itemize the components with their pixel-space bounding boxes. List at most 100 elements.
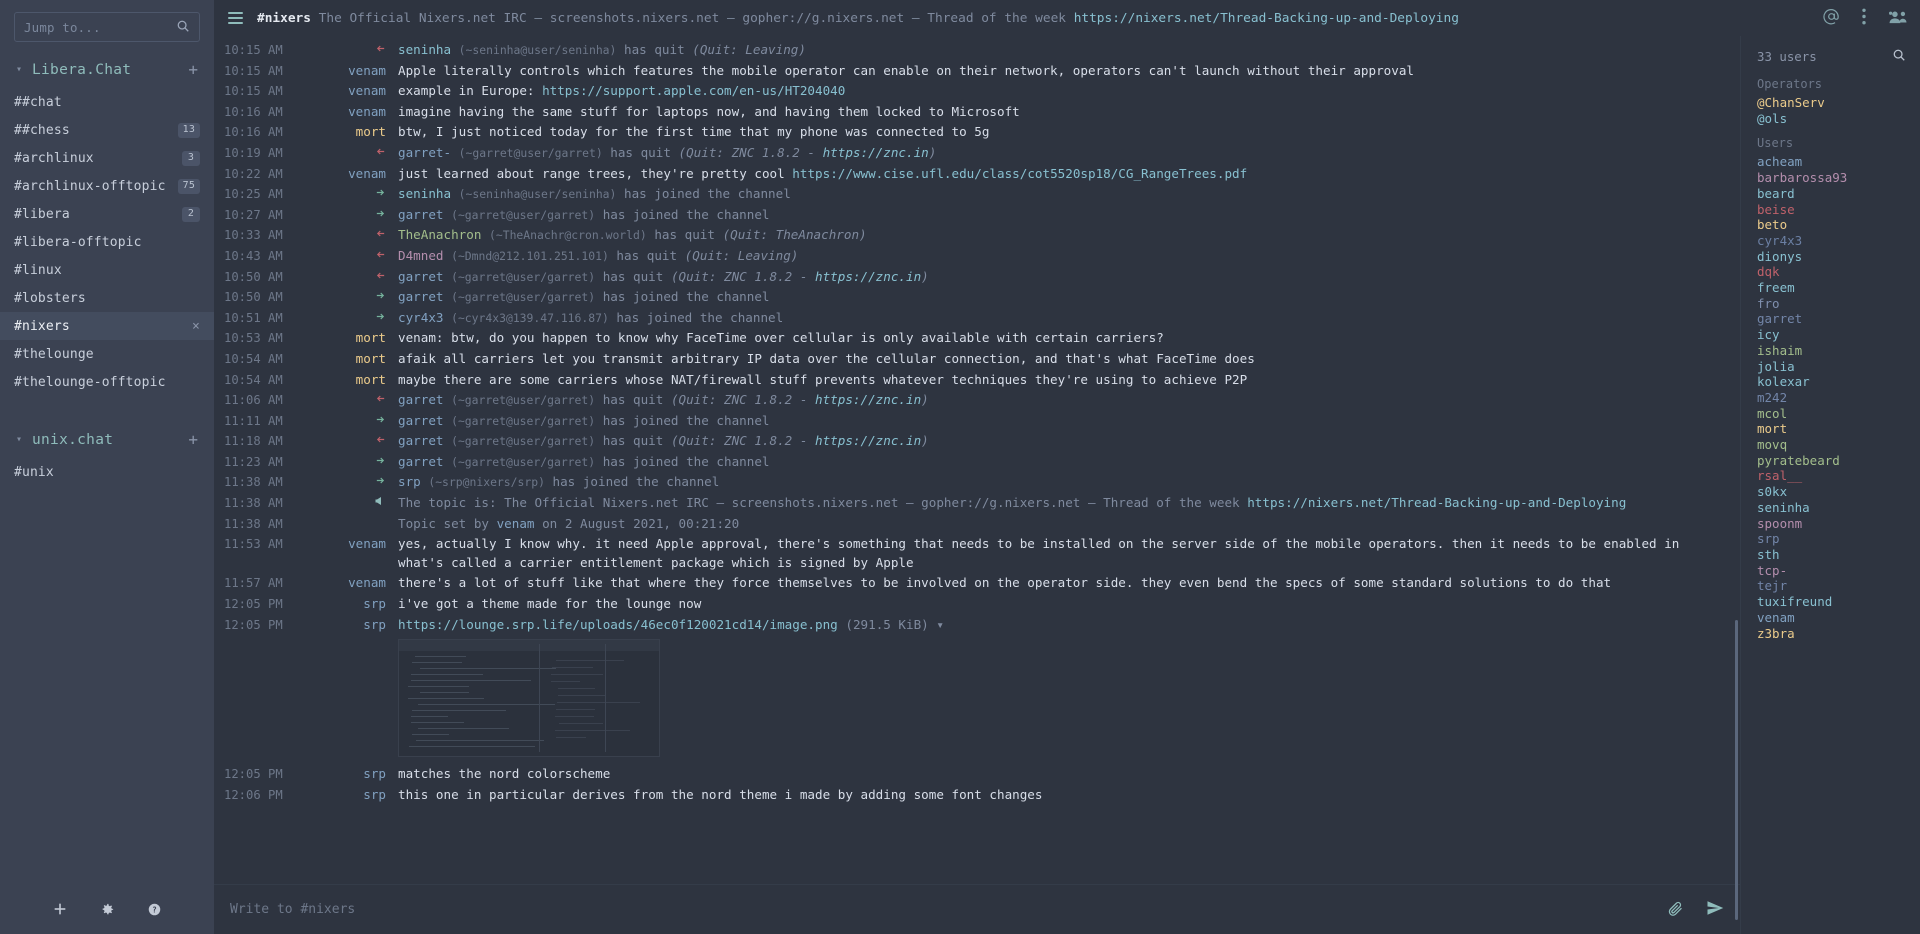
nick-label[interactable]: garret <box>398 413 444 428</box>
sidebar-item-thelounge-offtopic[interactable]: #thelounge-offtopic <box>0 368 214 396</box>
kebab-menu-icon[interactable] <box>1862 8 1866 28</box>
user-list-scroll[interactable]: Operators @ChanServ @ols Users acheam barbaro… <box>1741 75 1920 934</box>
nick-label[interactable]: garret <box>398 454 444 469</box>
nick-label[interactable]: venam <box>348 575 386 590</box>
help-icon[interactable]: ? <box>147 902 162 917</box>
user-list-item[interactable]: fro <box>1757 296 1920 312</box>
user-list-item[interactable]: m242 <box>1757 390 1920 406</box>
nick-label[interactable]: mort <box>356 330 386 345</box>
send-icon[interactable] <box>1706 899 1724 920</box>
user-search-icon[interactable] <box>1892 48 1906 65</box>
hamburger-menu-icon[interactable] <box>228 12 243 24</box>
nick-label[interactable]: cyr4x3 <box>398 310 444 325</box>
user-list-icon[interactable] <box>1888 9 1908 28</box>
inline-link[interactable]: https://support.apple.com/en-us/HT204040 <box>542 83 845 98</box>
quit-link[interactable]: https://znc.in <box>823 145 929 160</box>
sidebar-item-lobsters[interactable]: #lobsters <box>0 284 214 312</box>
nick-label[interactable]: D4mned <box>398 248 444 263</box>
sidebar-item-archlinux[interactable]: #archlinux 3 <box>0 144 214 172</box>
user-list-item[interactable]: venam <box>1757 610 1920 626</box>
nick-label[interactable]: venam <box>348 63 386 78</box>
nick-label[interactable]: srp <box>363 787 386 802</box>
image-link[interactable]: https://lounge.srp.life/uploads/46ec0f12… <box>398 617 838 632</box>
user-list-item[interactable]: tuxifreund <box>1757 594 1920 610</box>
user-list-item[interactable]: barbarossa93 <box>1757 170 1920 186</box>
sidebar-item-chess[interactable]: ##chess 13 <box>0 116 214 144</box>
nick-label[interactable]: venam <box>348 83 386 98</box>
user-list-item[interactable]: icy <box>1757 327 1920 343</box>
sidebar-item-libera-offtopic[interactable]: #libera-offtopic <box>0 228 214 256</box>
paperclip-icon[interactable] <box>1667 900 1684 920</box>
user-list-item[interactable]: dqk <box>1757 264 1920 280</box>
user-list-item[interactable]: dionys <box>1757 249 1920 265</box>
nick-label[interactable]: mort <box>356 372 386 387</box>
image-thumbnail[interactable] <box>398 639 660 757</box>
nick-label[interactable]: srp <box>363 596 386 611</box>
jump-to-input[interactable]: Jump to... <box>14 12 200 42</box>
nick-label[interactable]: venam <box>497 516 535 531</box>
add-channel-icon[interactable]: + <box>188 62 198 78</box>
nick-label[interactable]: srp <box>398 474 421 489</box>
user-list-item[interactable]: movq <box>1757 437 1920 453</box>
nick-label[interactable]: garret <box>398 433 444 448</box>
image-toggle-caret[interactable]: ▾ <box>936 617 944 632</box>
user-list-item[interactable]: beard <box>1757 186 1920 202</box>
chevron-down-icon[interactable]: ▾ <box>14 435 24 445</box>
nick-label[interactable]: garret <box>398 289 444 304</box>
sidebar-item-chat[interactable]: ##chat <box>0 88 214 116</box>
user-list-item[interactable]: acheam <box>1757 154 1920 170</box>
user-list-item[interactable]: kolexar <box>1757 374 1920 390</box>
nick-label[interactable]: venam <box>348 166 386 181</box>
nick-label[interactable]: venam <box>348 536 386 551</box>
user-list-item[interactable]: ishaim <box>1757 343 1920 359</box>
user-list-item[interactable]: garret <box>1757 311 1920 327</box>
nick-label[interactable]: mort <box>356 124 386 139</box>
user-list-item[interactable]: srp <box>1757 531 1920 547</box>
message-input[interactable]: Write to #nixers <box>230 902 1651 917</box>
user-list-item[interactable]: seninha <box>1757 500 1920 516</box>
nick-label[interactable]: seninha <box>398 42 451 57</box>
user-list-item[interactable]: pyratebeard <box>1757 453 1920 469</box>
nick-label[interactable]: mort <box>356 351 386 366</box>
user-list-item[interactable]: rsal__ <box>1757 468 1920 484</box>
close-icon[interactable]: × <box>192 319 200 334</box>
nick-label[interactable]: srp <box>363 766 386 781</box>
user-list-item[interactable]: cyr4x3 <box>1757 233 1920 249</box>
user-list-item[interactable]: freem <box>1757 280 1920 296</box>
user-list-item[interactable]: beto <box>1757 217 1920 233</box>
nick-label[interactable]: srp <box>363 617 386 632</box>
user-list-item[interactable]: beise <box>1757 202 1920 218</box>
nick-label[interactable]: garret <box>398 392 444 407</box>
user-list-item[interactable]: tcp- <box>1757 563 1920 579</box>
nick-label[interactable]: venam <box>348 104 386 119</box>
nick-label[interactable]: garret <box>398 207 444 222</box>
nick-label[interactable]: seninha <box>398 186 451 201</box>
add-channel-icon[interactable]: + <box>188 432 198 448</box>
chat-scrollbar[interactable] <box>1734 40 1738 934</box>
nick-label[interactable]: garret <box>398 269 444 284</box>
quit-link[interactable]: https://znc.in <box>815 433 921 448</box>
quit-link[interactable]: https://znc.in <box>815 269 921 284</box>
topic-change-link[interactable]: https://nixers.net/Thread-Backing-up-and… <box>1247 495 1626 510</box>
mention-icon[interactable] <box>1823 8 1840 28</box>
gear-icon[interactable] <box>100 902 115 917</box>
message-list[interactable]: 10:15 AM seninha (~seninha@user/seninha) … <box>214 36 1740 884</box>
chevron-down-icon[interactable]: ▾ <box>14 65 24 75</box>
quit-link[interactable]: https://znc.in <box>815 392 921 407</box>
network-header-unix.chat[interactable]: ▾ unix.chat + <box>0 422 214 458</box>
plus-icon[interactable] <box>52 901 68 917</box>
user-list-item[interactable]: mcol <box>1757 406 1920 422</box>
user-list-item[interactable]: mort <box>1757 421 1920 437</box>
sidebar-item-libera[interactable]: #libera 2 <box>0 200 214 228</box>
sidebar-item-thelounge[interactable]: #thelounge <box>0 340 214 368</box>
user-list-item[interactable]: jolia <box>1757 359 1920 375</box>
user-list-item[interactable]: s0kx <box>1757 484 1920 500</box>
sidebar-item-archlinux-offtopic[interactable]: #archlinux-offtopic 75 <box>0 172 214 200</box>
sidebar-item-linux[interactable]: #linux <box>0 256 214 284</box>
sidebar-item-nixers[interactable]: #nixers × <box>0 312 214 340</box>
nick-label[interactable]: TheAnachron <box>398 227 481 242</box>
user-list-item[interactable]: @ChanServ <box>1757 95 1920 111</box>
user-list-item[interactable]: @ols <box>1757 111 1920 127</box>
chat-scrollbar-thumb[interactable] <box>1735 620 1738 920</box>
network-header-libera.chat[interactable]: ▾ Libera.Chat + <box>0 52 214 88</box>
